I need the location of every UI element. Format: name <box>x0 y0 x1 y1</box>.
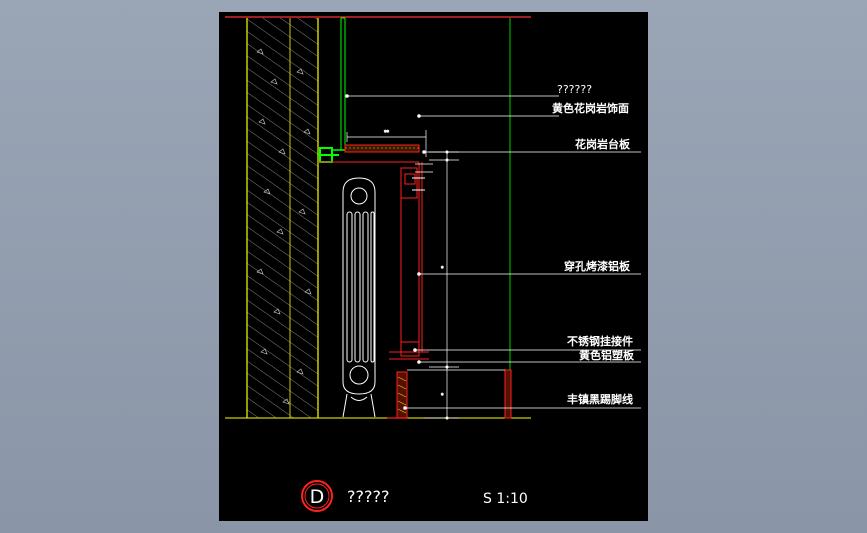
section-drawing: ** * * ?????? 黄色花岗岩饰面 花岗岩台板 穿孔烤漆铝板 不锈钢挂接… <box>225 16 641 512</box>
drawing-scale: S 1:10 <box>483 491 528 507</box>
svg-text:**: ** <box>384 130 390 136</box>
concrete-wall <box>246 18 319 418</box>
cad-viewer: ** * * ?????? 黄色花岗岩饰面 花岗岩台板 穿孔烤漆铝板 不锈钢挂接… <box>0 0 867 533</box>
label-granite-sill: 花岗岩台板 <box>575 137 631 151</box>
title-block: D ????? S 1:10 <box>301 480 528 512</box>
label-aluminum-plastic: 黄色铝塑板 <box>579 348 635 362</box>
radiator <box>342 177 376 418</box>
granite-sill <box>318 144 420 163</box>
label-ss-hanger: 不锈钢挂接件 <box>567 334 633 348</box>
granite-facing-cladding <box>340 17 511 418</box>
drawing-title: ????? <box>347 487 389 506</box>
perforated-aluminum-panel <box>389 162 429 360</box>
svg-text:*: * <box>441 266 444 272</box>
sill-bracket <box>318 147 345 163</box>
cad-drawing-canvas[interactable]: ** * * ?????? 黄色花岗岩饰面 花岗岩台板 穿孔烤漆铝板 不锈钢挂接… <box>219 12 648 521</box>
label-skirting: 丰镇黑踢脚线 <box>567 392 633 406</box>
label-perforated-panel: 穿孔烤漆铝板 <box>564 259 631 273</box>
label-granite-facing: 黄色花岗岩饰面 <box>552 101 629 115</box>
black-skirting <box>387 369 512 419</box>
section-symbol-letter: D <box>310 486 325 508</box>
svg-text:*: * <box>441 393 444 399</box>
label-unknown-top: ?????? <box>557 83 592 96</box>
